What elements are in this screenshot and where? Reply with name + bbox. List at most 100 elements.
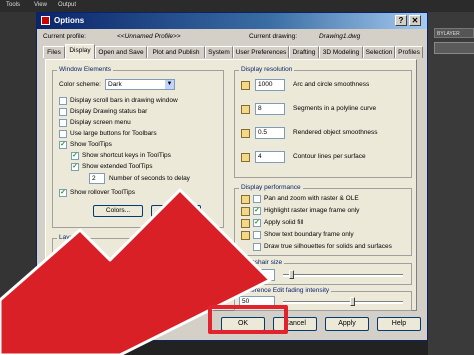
display-performance-group: Display performance Pan and zoom with ra…	[234, 184, 412, 256]
menu-output[interactable]: Output	[58, 2, 76, 8]
bylayer-dropdown[interactable]: BYLAYER	[434, 28, 474, 38]
solid-fill-label: Apply solid fill	[264, 219, 304, 226]
ribbon-control[interactable]	[434, 42, 474, 54]
colors-button[interactable]: Colors...	[93, 205, 143, 217]
drawing-area-left	[0, 12, 36, 355]
color-scheme-value: Dark	[108, 81, 122, 88]
chevron-down-icon[interactable]: ▼	[165, 80, 174, 89]
extended-tooltips-checkbox[interactable]: ✓	[71, 163, 79, 171]
text-boundary-label: Show text boundary frame only	[264, 231, 354, 238]
contour-lines-input[interactable]: 4	[255, 151, 285, 163]
crosshair-slider-thumb[interactable]	[289, 270, 294, 279]
tab-drafting[interactable]: Drafting	[289, 46, 319, 58]
status-bar-checkbox[interactable]	[59, 108, 67, 116]
tooltip-delay-value: 2	[92, 175, 96, 182]
tab-open-and-save[interactable]: Open and Save	[95, 46, 147, 58]
rendered-smoothness-icon	[241, 129, 250, 138]
layout-label-4: Disp	[70, 283, 84, 290]
reference-edit-slider-track[interactable]	[283, 301, 403, 304]
large-buttons-checkbox[interactable]	[59, 130, 67, 138]
solid-fill-checkbox[interactable]: ✓	[253, 219, 261, 227]
reference-edit-slider-thumb[interactable]	[349, 297, 355, 306]
tab-display[interactable]: Display	[65, 44, 95, 59]
layout-label-1: Disp	[70, 247, 84, 254]
pan-zoom-icon	[241, 195, 250, 204]
shortcut-keys-label: Show shortcut keys in ToolTips	[82, 152, 171, 159]
shortcut-keys-checkbox[interactable]: ✓	[71, 152, 79, 160]
tab-selection[interactable]: Selection	[363, 46, 395, 58]
arc-smoothness-icon	[241, 81, 250, 90]
display-performance-title: Display performance	[239, 184, 303, 191]
model-tabs-label: Model tabs	[129, 247, 161, 254]
text-boundary-checkbox[interactable]	[253, 231, 261, 239]
tab-3d-modeling[interactable]: 3D Modeling	[319, 46, 363, 58]
polyline-segments-label: Segments in a polyline curve	[293, 105, 377, 112]
rendered-smoothness-input[interactable]: 0.5	[255, 127, 285, 139]
display-resolution-group: Display resolution 1000 Arc and circle s…	[234, 66, 412, 178]
extended-tooltips-label: Show extended ToolTips	[82, 163, 153, 170]
tooltip-delay-label: Number of seconds to delay	[109, 175, 190, 182]
screen-menu-label: Display screen menu	[70, 119, 131, 126]
display-resolution-title: Display resolution	[239, 66, 295, 73]
window-elements-group: Window Elements Color scheme: Dark ▼ Dis…	[52, 66, 224, 228]
tab-files[interactable]: Files	[43, 46, 65, 58]
layout-checkbox-2[interactable]: ✓	[59, 259, 67, 267]
raster-frame-checkbox[interactable]: ✓	[253, 207, 261, 215]
fonts-button[interactable]: Fonts...	[151, 205, 201, 217]
true-silhouettes-label: Draw true silhouettes for solids and sur…	[264, 243, 392, 250]
show-tooltips-label: Show ToolTips	[70, 141, 112, 148]
show-tooltips-checkbox[interactable]: ✓	[59, 141, 67, 149]
large-buttons-label: Use large buttons for Toolbars	[70, 130, 157, 137]
reference-edit-title: Reference Edit fading intensity	[239, 287, 332, 294]
help-button[interactable]: Help	[377, 317, 421, 331]
contour-lines-label: Contour lines per surface	[293, 153, 366, 160]
menu-tools[interactable]: Tools	[6, 2, 20, 8]
apply-button[interactable]: Apply	[325, 317, 369, 331]
current-profile-value: <<Unnamed Profile>>	[117, 33, 181, 40]
current-drawing-label: Current drawing:	[249, 33, 298, 40]
dialog-titlebar[interactable]: Options ? ✕	[37, 13, 427, 29]
current-drawing-value: Drawing1.dwg	[319, 33, 361, 40]
text-boundary-icon	[241, 231, 250, 240]
screen-menu-checkbox[interactable]	[59, 119, 67, 127]
layout-label-3: Disp	[70, 271, 84, 278]
rendered-smoothness-label: Rendered object smoothness	[293, 129, 378, 136]
layout-elements-title: Layout	[57, 234, 81, 241]
close-icon[interactable]: ✕	[409, 15, 421, 26]
tab-profiles[interactable]: Profiles	[395, 46, 423, 58]
layout-checkbox-4[interactable]: ✓	[59, 283, 67, 291]
crosshair-size-group: Crosshair size 5	[234, 259, 412, 285]
tab-user-preferences[interactable]: User Preferences	[233, 46, 289, 58]
color-scheme-select[interactable]: Dark ▼	[105, 79, 175, 90]
tooltip-delay-input[interactable]: 2	[89, 173, 105, 184]
crosshair-slider-track[interactable]	[283, 274, 403, 277]
crosshair-size-title: Crosshair size	[239, 259, 285, 266]
scrollbars-label: Display scroll bars in drawing window	[70, 97, 178, 104]
autocad-menu-bar: Tools View Output	[0, 0, 474, 12]
help-icon[interactable]: ?	[395, 15, 407, 26]
current-profile-label: Current profile:	[43, 33, 86, 40]
rollover-tooltips-checkbox[interactable]: ✓	[59, 189, 67, 197]
dialog-title: Options	[54, 16, 85, 25]
layout-checkbox-3[interactable]: ✓	[59, 271, 67, 279]
tab-plot-and-publish[interactable]: Plot and Publish	[147, 46, 205, 58]
ok-button-highlight	[208, 305, 288, 334]
pan-zoom-checkbox[interactable]	[253, 195, 261, 203]
true-silhouettes-checkbox[interactable]	[253, 243, 261, 251]
tab-system[interactable]: System	[205, 46, 233, 58]
arc-smoothness-input[interactable]: 1000	[255, 79, 285, 91]
pan-zoom-label: Pan and zoom with raster & OLE	[264, 195, 359, 202]
ribbon-right: BYLAYER	[428, 12, 474, 355]
scrollbars-checkbox[interactable]	[59, 97, 67, 105]
menu-view[interactable]: View	[34, 2, 47, 8]
layout-elements-group: Layout ✓ Disp Model tabs ✓ Disp ✓ Disp a…	[52, 234, 224, 306]
autocad-icon	[41, 16, 50, 25]
polyline-segments-input[interactable]: 8	[255, 103, 285, 115]
raster-frame-icon	[241, 207, 250, 216]
options-dialog: Options ? ✕ Current profile: <<Unnamed P…	[36, 12, 428, 341]
crosshair-size-input[interactable]: 5	[239, 269, 275, 281]
layouts-label: ayouts	[187, 271, 207, 278]
polyline-segments-icon	[241, 105, 250, 114]
layout-checkbox-1[interactable]: ✓	[59, 247, 67, 255]
display-tab-panel: Window Elements Color scheme: Dark ▼ Dis…	[45, 59, 417, 311]
